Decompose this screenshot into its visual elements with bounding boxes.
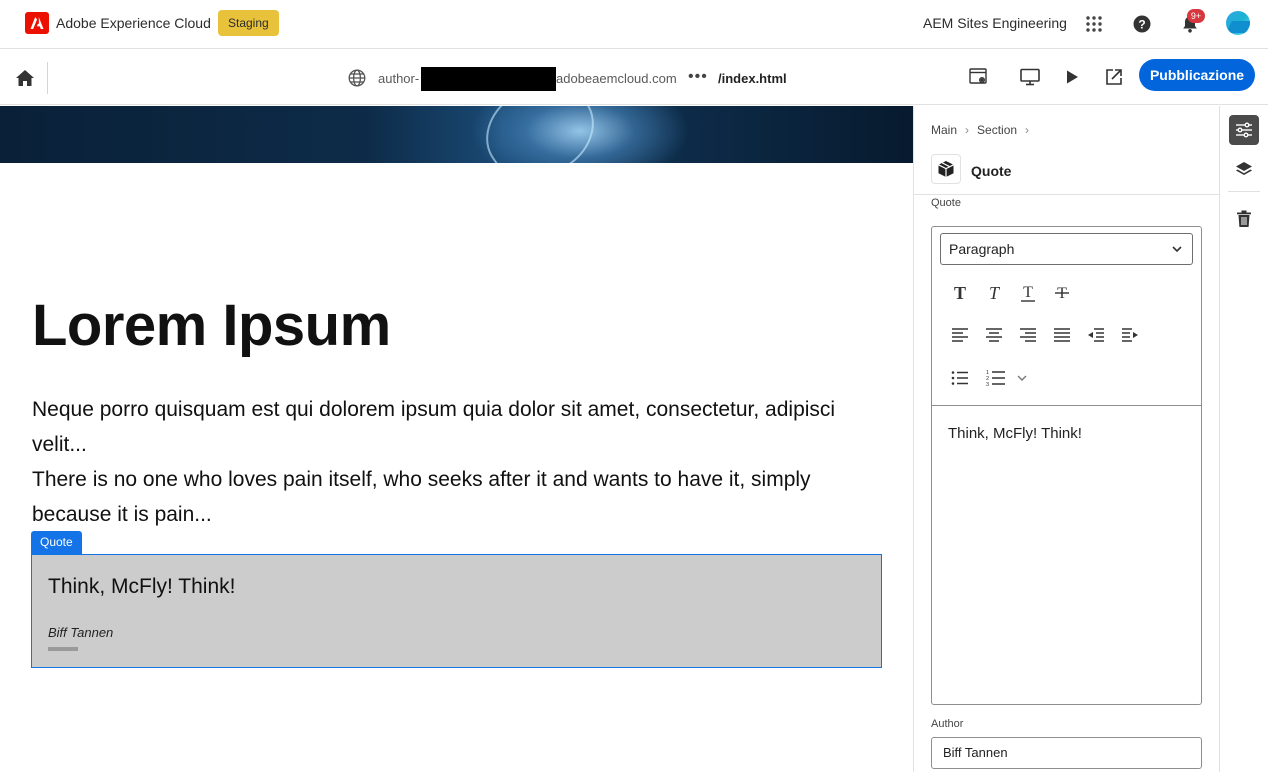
editor-toolbar: author- adobeaemcloud.com ••• /index.htm… xyxy=(0,50,1268,105)
quote-author: Biff Tannen xyxy=(48,625,114,640)
rte-toolbar-divider xyxy=(932,405,1201,406)
strikethrough-icon[interactable]: T xyxy=(1050,281,1074,305)
page-title[interactable]: Lorem Ipsum xyxy=(32,292,391,359)
toolbar-divider xyxy=(47,62,48,94)
quote-field-label: Quote xyxy=(931,197,961,209)
hero-banner-image xyxy=(0,106,913,163)
svg-text:3: 3 xyxy=(986,382,989,387)
open-external-icon[interactable] xyxy=(1103,66,1125,88)
brand-name[interactable]: Adobe Experience Cloud xyxy=(56,15,211,31)
global-header: Adobe Experience Cloud Staging AEM Sites… xyxy=(0,0,1268,49)
rail-divider xyxy=(1228,191,1260,192)
page-canvas: Lorem Ipsum Neque porro quisquam est qui… xyxy=(0,106,913,772)
align-right-icon[interactable] xyxy=(1016,323,1040,347)
svg-text:?: ? xyxy=(1138,18,1145,32)
page-paragraph[interactable]: Neque porro quisquam est qui dolorem ips… xyxy=(32,392,892,532)
selected-component-tag: Quote xyxy=(31,531,82,554)
user-avatar[interactable] xyxy=(1226,11,1250,35)
page-settings-icon[interactable] xyxy=(968,66,990,88)
author-field-label: Author xyxy=(931,718,964,730)
right-rail xyxy=(1219,106,1268,772)
desktop-preview-icon[interactable] xyxy=(1019,66,1041,88)
rte-content-area[interactable]: Think, McFly! Think! xyxy=(948,425,1082,442)
author-field[interactable]: Biff Tannen xyxy=(931,737,1202,769)
italic-icon[interactable]: T xyxy=(982,281,1006,305)
chevron-down-icon xyxy=(1172,246,1182,253)
breadcrumb: Main › Section › xyxy=(931,123,1029,137)
help-icon[interactable]: ? xyxy=(1130,12,1154,36)
publish-button[interactable]: Pubblicazione xyxy=(1139,59,1255,91)
environment-badge: Staging xyxy=(218,10,279,36)
bullet-list-icon[interactable] xyxy=(948,366,972,390)
notification-badge: 9+ xyxy=(1187,9,1205,23)
bold-icon[interactable]: T xyxy=(948,281,972,305)
globe-icon xyxy=(348,69,366,87)
layers-icon[interactable] xyxy=(1229,155,1259,185)
url-host-suffix: adobeaemcloud.com xyxy=(556,71,677,86)
breadcrumb-item-main[interactable]: Main xyxy=(931,123,957,137)
align-justify-icon[interactable] xyxy=(1050,323,1074,347)
url-path: /index.html xyxy=(718,71,787,86)
svg-text:T: T xyxy=(954,283,966,303)
svg-text:T: T xyxy=(989,283,1001,303)
format-select[interactable]: Paragraph xyxy=(940,233,1193,265)
numbered-list-icon[interactable]: 123 xyxy=(984,366,1008,390)
list-chevron-icon[interactable] xyxy=(1010,366,1034,390)
paragraph-line: There is no one who loves pain itself, w… xyxy=(32,468,811,526)
align-center-icon[interactable] xyxy=(982,323,1006,347)
underline-icon[interactable]: T xyxy=(1016,281,1040,305)
chevron-right-icon: › xyxy=(1025,123,1030,137)
url-host-prefix: author- xyxy=(378,71,420,86)
format-select-value: Paragraph xyxy=(949,241,1015,257)
play-icon[interactable] xyxy=(1061,66,1083,88)
paragraph-line: Neque porro quisquam est qui dolorem ips… xyxy=(32,398,836,456)
quote-text: Think, McFly! Think! xyxy=(48,575,236,598)
chevron-right-icon: › xyxy=(965,123,970,137)
svg-text:T: T xyxy=(1023,284,1033,301)
properties-panel: Main › Section › Quote Quote Paragraph T… xyxy=(913,106,1219,772)
delete-icon[interactable] xyxy=(1229,204,1259,234)
url-redacted-segment xyxy=(421,67,556,91)
align-left-icon[interactable] xyxy=(948,323,972,347)
breadcrumb-item-section[interactable]: Section xyxy=(977,123,1017,137)
quote-component[interactable]: Think, McFly! Think! Biff Tannen xyxy=(31,554,882,668)
adobe-logo-icon[interactable] xyxy=(25,12,49,34)
indent-icon[interactable] xyxy=(1118,323,1142,347)
outdent-icon[interactable] xyxy=(1084,323,1108,347)
org-switcher[interactable]: AEM Sites Engineering xyxy=(923,15,1067,31)
url-more-button[interactable]: ••• xyxy=(688,68,708,86)
rich-text-editor: Paragraph T T T T 1 2 3 Think, McFly! Th… xyxy=(931,226,1202,705)
component-box-icon xyxy=(931,154,961,184)
quote-underline xyxy=(48,647,78,651)
component-name: Quote xyxy=(971,163,1012,179)
properties-icon[interactable] xyxy=(1229,115,1259,145)
apps-grid-icon[interactable] xyxy=(1082,12,1106,36)
home-icon[interactable] xyxy=(12,66,38,90)
panel-divider xyxy=(914,194,1219,195)
